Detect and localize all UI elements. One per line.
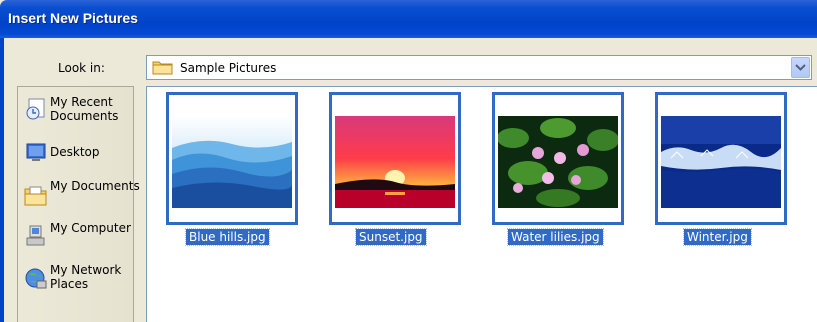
look-in-label: Look in: — [58, 61, 105, 75]
places-bar: My Recent Documents Desktop My Documents — [17, 86, 140, 322]
look-in-dropdown-button[interactable] — [791, 57, 810, 78]
title-bar[interactable]: Insert New Pictures — [0, 0, 817, 38]
place-label: Desktop — [50, 145, 100, 159]
place-my-network-places[interactable]: My Network Places — [22, 263, 132, 297]
folder-icon — [152, 59, 174, 78]
look-in-value: Sample Pictures — [180, 61, 277, 75]
window-border — [0, 38, 4, 322]
file-thumbnail-water-lilies[interactable] — [492, 92, 624, 225]
file-name-label[interactable]: Water lilies.jpg — [507, 228, 604, 246]
file-thumbnail-sunset[interactable] — [329, 92, 461, 225]
file-thumbnail-blue-hills[interactable] — [166, 92, 298, 225]
sunset-image — [335, 98, 455, 208]
my-documents-icon — [24, 185, 48, 210]
my-computer-icon — [24, 225, 48, 252]
water-lilies-image — [498, 98, 618, 208]
place-my-recent-documents[interactable]: My Recent Documents — [22, 95, 132, 129]
place-label: My Recent Documents — [50, 95, 119, 123]
look-in-dropdown[interactable]: Sample Pictures — [146, 55, 812, 80]
place-desktop[interactable]: Desktop — [22, 141, 132, 175]
file-name-label[interactable]: Blue hills.jpg — [185, 228, 270, 246]
place-label: My Computer — [50, 221, 131, 235]
file-thumbnail-winter[interactable] — [655, 92, 787, 225]
desktop-icon — [24, 141, 48, 166]
winter-image — [661, 98, 781, 208]
place-label: My Network Places — [50, 263, 122, 291]
blue-hills-image — [172, 98, 292, 208]
network-places-icon — [24, 267, 48, 294]
file-name-label[interactable]: Sunset.jpg — [355, 228, 427, 246]
place-my-computer[interactable]: My Computer — [22, 221, 132, 255]
file-name-label[interactable]: Winter.jpg — [683, 228, 752, 246]
place-label: My Documents — [50, 179, 140, 193]
dialog-title: Insert New Pictures — [8, 10, 138, 26]
recent-documents-icon — [24, 97, 48, 124]
place-my-documents[interactable]: My Documents — [22, 179, 140, 213]
